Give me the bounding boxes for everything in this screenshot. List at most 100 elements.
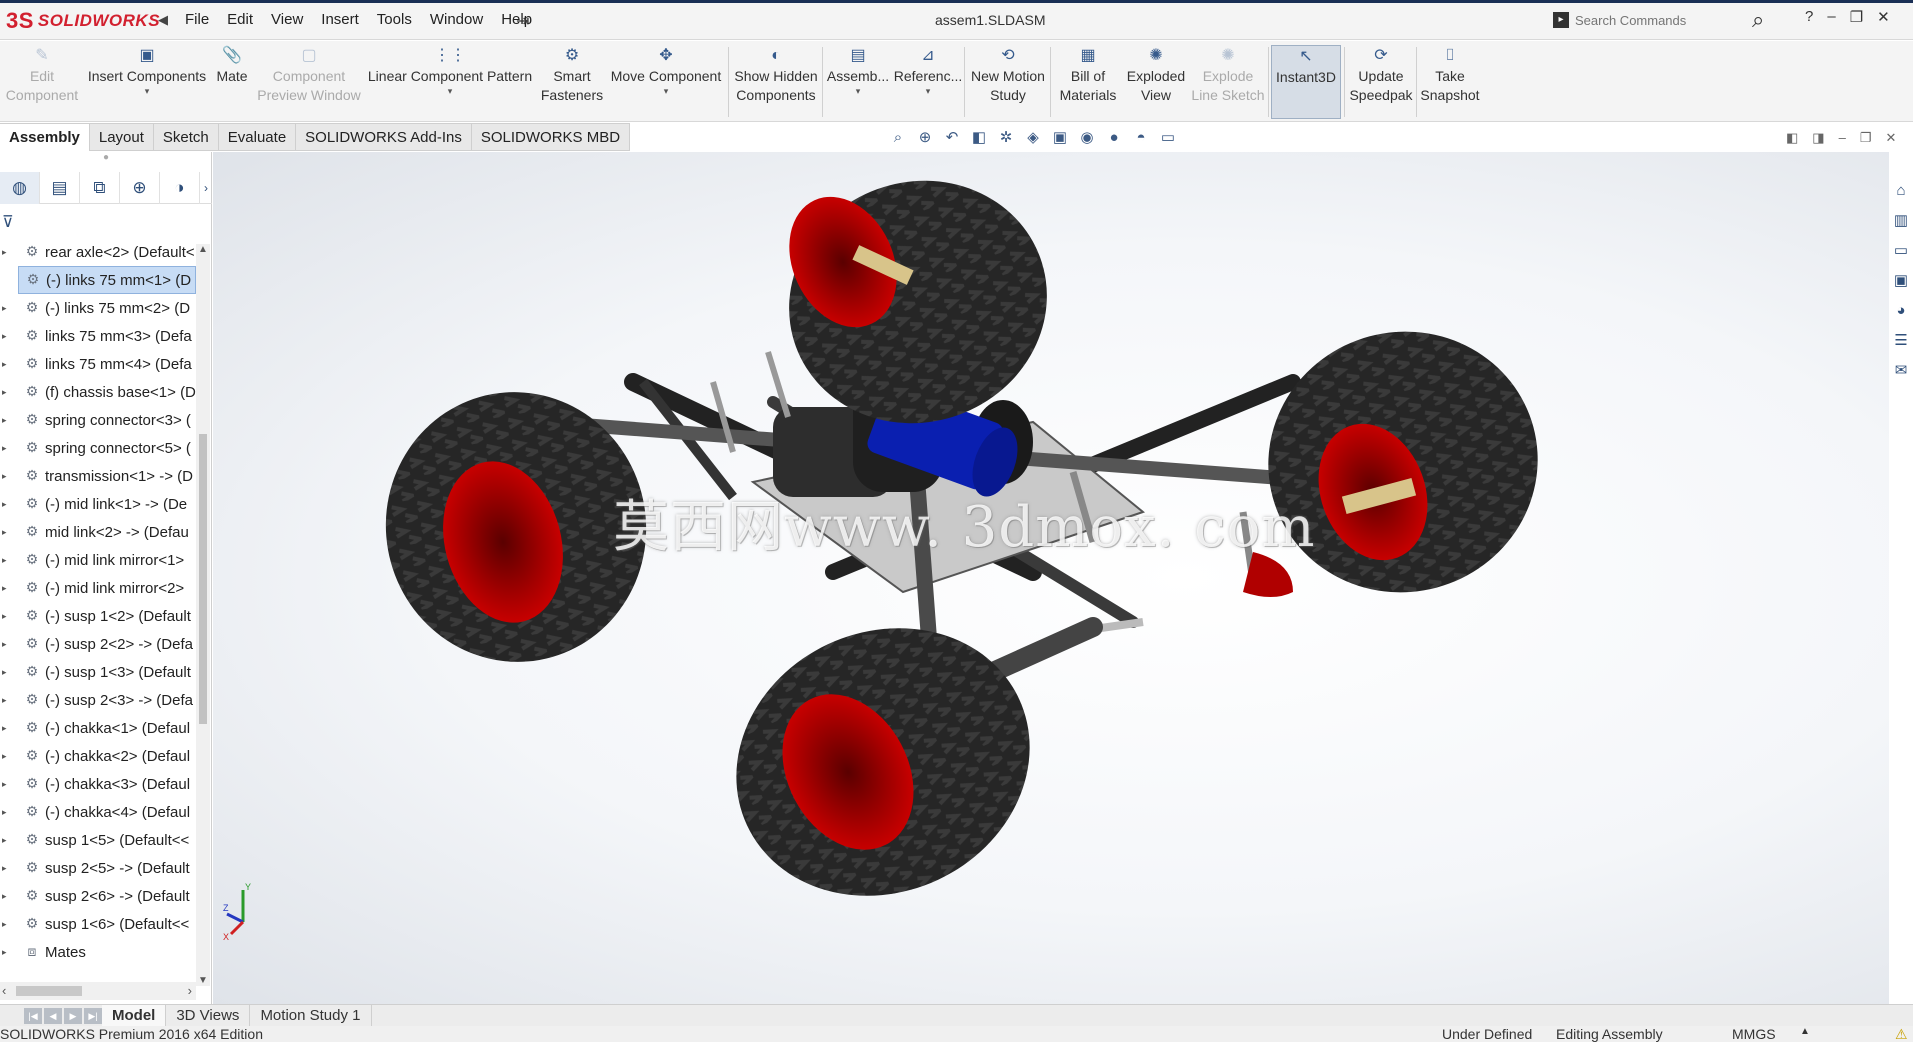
zoom-to-fit-icon[interactable]: ⌕	[888, 129, 908, 146]
home-icon[interactable]: ⌂	[1890, 180, 1912, 202]
pin-menu-icon[interactable]: ⇥	[516, 11, 529, 31]
tree-item[interactable]: ▸ ⚙ (-) chakka<1> (Defaul	[0, 714, 196, 742]
tree-item[interactable]: ▸ ⚙ (-) susp 1<2> (Default	[0, 602, 196, 630]
menu-view[interactable]: View	[262, 0, 312, 40]
expand-arrow-icon[interactable]: ▸	[2, 751, 14, 762]
display-manager-icon[interactable]: ◑	[160, 172, 200, 204]
tab-sketch[interactable]: Sketch	[153, 123, 219, 151]
tree-item[interactable]: ▸ ⚙ (-) links 75 mm<2> (D	[0, 294, 196, 322]
mate-button[interactable]: 📎 Mate	[212, 45, 252, 119]
tree-item[interactable]: ▸ ⚙ links 75 mm<3> (Defa	[0, 322, 196, 350]
chevron-down-icon[interactable]: ▾	[856, 86, 861, 96]
new-motion-study-button[interactable]: ⟲ New Motion Study	[968, 45, 1048, 119]
mates-folder[interactable]: ▸ ⧈ Mates	[0, 938, 196, 966]
expand-arrow-icon[interactable]: ▸	[2, 891, 14, 902]
tree-item[interactable]: ▸ ⚙ (f) chassis base<1> (D	[0, 378, 196, 406]
filter-icon[interactable]: ⊽	[2, 212, 14, 232]
expand-arrow-icon[interactable]: ▸	[2, 919, 14, 930]
menu-file[interactable]: File	[176, 0, 218, 40]
tree-item[interactable]: ▸ ⚙ susp 1<5> (Default<<	[0, 826, 196, 854]
forum-icon[interactable]: ✉	[1890, 360, 1912, 382]
feature-manager-tree-icon[interactable]: ◍	[0, 172, 40, 204]
chevron-down-icon[interactable]: ▾	[926, 86, 931, 96]
tree-item[interactable]: ▸ ⚙ (-) mid link mirror<1>	[0, 546, 196, 574]
search-commands-box[interactable]: ▸	[1548, 7, 1778, 33]
tree-item[interactable]: ▸ ⚙ transmission<1> -> (D	[0, 462, 196, 490]
tab-addins[interactable]: SOLIDWORKS Add-Ins	[296, 123, 472, 151]
view-settings-icon[interactable]: ▭	[1158, 128, 1178, 146]
expand-arrow-icon[interactable]: ▸	[2, 947, 14, 958]
exploded-view-button[interactable]: ✺ Exploded View	[1124, 45, 1188, 119]
expand-arrow-icon[interactable]: ▸	[2, 723, 14, 734]
tab-motion-study-1[interactable]: Motion Study 1	[250, 1004, 372, 1027]
reference-geometry-button[interactable]: ⊿ Referenc... ▾	[894, 45, 962, 119]
tree-item[interactable]: ▸ ⚙ (-) chakka<2> (Defaul	[0, 742, 196, 770]
file-explorer-icon[interactable]: ▭	[1890, 240, 1912, 262]
tab-evaluate[interactable]: Evaluate	[218, 123, 297, 151]
chevron-right-icon[interactable]: ›	[200, 172, 212, 204]
viewport-close-icon[interactable]: ✕	[1885, 130, 1896, 146]
appearances-icon[interactable]: ◕	[1890, 300, 1912, 322]
solidworks-logo[interactable]: 3S SOLIDWORKS	[6, 6, 160, 36]
expand-arrow-icon[interactable]: ▸	[2, 471, 14, 482]
tree-item[interactable]: ▸ ⚙ (-) susp 2<2> -> (Defa	[0, 630, 196, 658]
section-view-icon[interactable]: ◧	[969, 128, 989, 146]
viewport-tile-left-icon[interactable]: ◧	[1786, 130, 1798, 146]
expand-arrow-icon[interactable]: ▸	[2, 359, 14, 370]
chevron-down-icon[interactable]: ▾	[448, 86, 453, 96]
tree-vertical-scrollbar[interactable]: ▲ ▼	[196, 244, 210, 986]
tree-item[interactable]: ▸ ⚙ (-) chakka<4> (Defaul	[0, 798, 196, 826]
expand-arrow-icon[interactable]: ▸	[2, 303, 14, 314]
viewport-tile-right-icon[interactable]: ◨	[1812, 130, 1824, 146]
rebuild-icon[interactable]: ⚠	[1895, 1026, 1908, 1043]
expand-arrow-icon[interactable]: ▸	[2, 527, 14, 538]
tree-item[interactable]: ▸ ⚙ mid link<2> -> (Defau	[0, 518, 196, 546]
expand-arrow-icon[interactable]: ▸	[2, 779, 14, 790]
prev-tab-icon[interactable]: ◀	[44, 1007, 62, 1024]
tab-assembly[interactable]: Assembly	[0, 123, 90, 151]
scroll-up-icon[interactable]: ▲	[198, 244, 208, 255]
view-palette-icon[interactable]: ▣	[1890, 270, 1912, 292]
expand-arrow-icon[interactable]: ▸	[2, 555, 14, 566]
expand-arrow-icon[interactable]: ▸	[2, 611, 14, 622]
tree-item[interactable]: ▸ ⚙ (-) mid link<1> -> (De	[0, 490, 196, 518]
tab-layout[interactable]: Layout	[89, 123, 154, 151]
menu-insert[interactable]: Insert	[312, 0, 368, 40]
apply-scene-icon[interactable]: ◓	[1131, 129, 1151, 146]
expand-arrow-icon[interactable]: ▸	[2, 331, 14, 342]
tree-item[interactable]: ▸ ⚙ susp 1<6> (Default<<	[0, 910, 196, 938]
tree-item[interactable]: ▸ ⚙ susp 2<5> -> (Default	[0, 854, 196, 882]
tab-mbd[interactable]: SOLIDWORKS MBD	[471, 123, 631, 151]
insert-components-button[interactable]: ▣ Insert Components ▾	[86, 45, 208, 119]
units-chevron-up-icon[interactable]: ▲	[1800, 1026, 1810, 1037]
restore-icon[interactable]: ❐	[1850, 8, 1863, 26]
first-tab-icon[interactable]: |◀	[24, 1007, 42, 1024]
next-tab-icon[interactable]: ▶	[64, 1007, 82, 1024]
dimxpert-manager-icon[interactable]: ⊕	[120, 172, 160, 204]
search-input[interactable]	[1575, 12, 1745, 28]
tree-item[interactable]: ▸ ⚙ rear axle<2> (Default<	[0, 238, 196, 266]
edit-appearance-icon[interactable]: ●	[1104, 129, 1124, 146]
previous-view-icon[interactable]: ↶	[942, 128, 962, 146]
tab-3d-views[interactable]: 3D Views	[166, 1004, 251, 1027]
menu-tools[interactable]: Tools	[368, 0, 421, 40]
tree-item[interactable]: ▸ ⚙ links 75 mm<4> (Defa	[0, 350, 196, 378]
dynamic-annotation-icon[interactable]: ✲	[996, 128, 1016, 146]
search-icon[interactable]: ⌕	[1752, 7, 1764, 33]
minimize-icon[interactable]: –	[1827, 8, 1835, 26]
menu-collapse-arrow-icon[interactable]: ◀	[158, 12, 168, 28]
view-orientation-icon[interactable]: ◈	[1023, 128, 1043, 146]
scrollbar-thumb[interactable]	[199, 434, 207, 724]
assembly-features-button[interactable]: ▤ Assemb... ▾	[826, 45, 890, 119]
chevron-down-icon[interactable]: ▾	[664, 86, 669, 96]
tree-item[interactable]: ▸ ⚙ (-) mid link mirror<2>	[0, 574, 196, 602]
take-snapshot-button[interactable]: ⌷ Take Snapshot	[1418, 45, 1482, 119]
chevron-down-icon[interactable]: ▾	[145, 86, 150, 96]
expand-arrow-icon[interactable]: ▸	[2, 499, 14, 510]
property-manager-icon[interactable]: ▤	[40, 172, 80, 204]
expand-arrow-icon[interactable]: ▸	[2, 583, 14, 594]
expand-arrow-icon[interactable]: ▸	[2, 863, 14, 874]
linear-component-pattern-button[interactable]: ⋮⋮ Linear Component Pattern ▾	[366, 45, 534, 119]
bill-of-materials-button[interactable]: ▦ Bill of Materials	[1054, 45, 1122, 119]
smart-fasteners-button[interactable]: ⚙ Smart Fasteners	[538, 45, 606, 119]
